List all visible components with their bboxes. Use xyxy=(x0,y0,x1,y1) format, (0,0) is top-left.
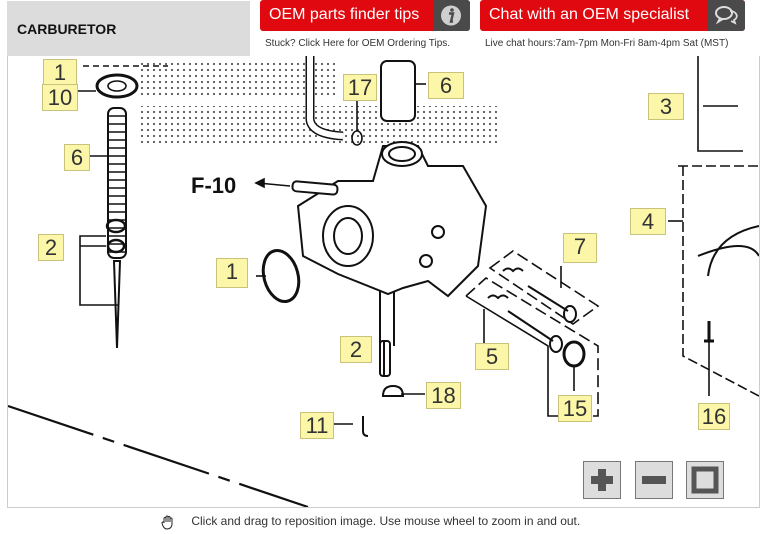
bowl-4-frame xyxy=(678,165,759,397)
oem-parts-finder-tips-button[interactable]: OEM parts finder tips xyxy=(260,0,470,31)
retainer-part xyxy=(106,238,126,254)
reference-label: F-10 xyxy=(191,173,236,198)
callout-4[interactable]: 4 xyxy=(630,208,666,235)
tube-6 xyxy=(380,60,416,122)
mixture-screws xyxy=(487,267,577,353)
hand-icon xyxy=(160,514,176,530)
chat-bubbles-icon xyxy=(708,0,745,31)
callout-1-top[interactable]: 1 xyxy=(43,59,77,86)
bracket-2-left xyxy=(79,235,119,306)
callout-7[interactable]: 7 xyxy=(563,233,597,263)
clip-part xyxy=(105,218,127,234)
page-title: CARBURETOR xyxy=(17,21,117,37)
float-bowl xyxy=(697,225,759,277)
dashed-boundary xyxy=(8,404,309,507)
callout-3[interactable]: 3 xyxy=(648,93,684,120)
arrow-head-f10 xyxy=(254,177,265,189)
callout-6-top[interactable]: 6 xyxy=(428,72,464,99)
zoom-out-button[interactable] xyxy=(635,461,673,499)
info-icon xyxy=(433,0,470,31)
zoom-in-button[interactable] xyxy=(583,461,621,499)
chat-with-specialist-button[interactable]: Chat with an OEM specialist xyxy=(480,0,745,31)
jet-18 xyxy=(381,384,405,397)
tips-button-label: OEM parts finder tips xyxy=(269,6,420,23)
callout-11[interactable]: 11 xyxy=(300,412,334,439)
callout-1-mid[interactable]: 1 xyxy=(216,258,248,288)
footer-hint-text: Click and drag to reposition image. Use … xyxy=(191,514,581,529)
reference-f10: F-10 xyxy=(191,173,236,198)
washer-hole xyxy=(107,80,127,92)
spring-part xyxy=(107,107,127,259)
callout-17[interactable]: 17 xyxy=(343,74,377,101)
ordering-tips-link[interactable]: Stuck? Click Here for OEM Ordering Tips. xyxy=(265,38,450,49)
minus-icon xyxy=(642,476,666,484)
chat-button-label: Chat with an OEM specialist xyxy=(489,6,690,23)
chat-hours-text: Live chat hours:7am-7pm Mon-Fri 8am-4pm … xyxy=(485,38,729,49)
carburetor-diagram: F-10 xyxy=(8,56,759,507)
washer-part xyxy=(95,73,139,99)
footer-hint: Click and drag to reposition image. Use … xyxy=(160,514,580,530)
callout-15[interactable]: 15 xyxy=(558,395,592,422)
fit-to-view-button[interactable] xyxy=(686,461,724,499)
fit-frame-icon xyxy=(691,466,719,494)
callout-2-mid[interactable]: 2 xyxy=(340,336,372,363)
parts-diagram-viewer[interactable]: F-10 1 10 6 2 17 6 3 4 1 7 5 2 18 15 16 … xyxy=(7,56,760,508)
carburetor-body xyxy=(291,141,488,346)
cap-15 xyxy=(562,340,586,368)
callout-2-left[interactable]: 2 xyxy=(38,234,64,261)
drain-screw-16 xyxy=(704,321,714,343)
callout-10[interactable]: 10 xyxy=(42,84,78,111)
bracket-3 xyxy=(697,56,743,152)
plus-icon xyxy=(591,469,613,491)
callout-18[interactable]: 18 xyxy=(426,382,461,409)
screw-11 xyxy=(362,416,369,437)
callout-5[interactable]: 5 xyxy=(475,343,509,370)
page-title-box: CARBURETOR xyxy=(7,1,250,56)
callout-6-left[interactable]: 6 xyxy=(64,144,90,171)
callout-16[interactable]: 16 xyxy=(698,403,730,430)
